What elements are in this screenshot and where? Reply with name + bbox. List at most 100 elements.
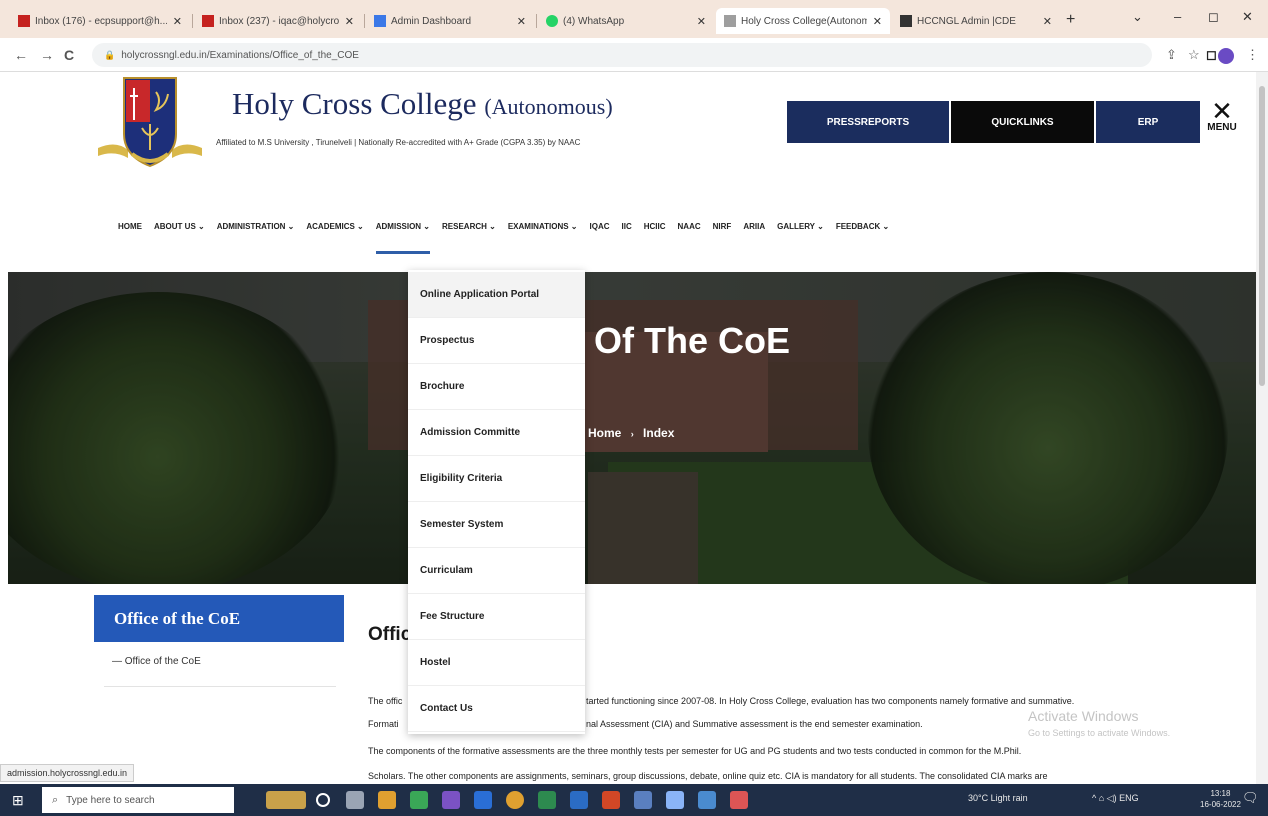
close-icon[interactable]: ✕	[517, 15, 526, 28]
system-tray[interactable]: ^ ⌂ ◁) ENG	[1092, 793, 1139, 804]
content-heading: Offic	[368, 624, 412, 645]
close-window-button[interactable]: ✕	[1242, 9, 1253, 25]
visual-studio-icon[interactable]	[442, 791, 460, 809]
excel-icon[interactable]	[410, 791, 428, 809]
nav-item-iic[interactable]: IIC	[622, 222, 632, 254]
close-icon[interactable]: ✕	[697, 15, 706, 28]
hero-banner: Of The CoE Home › Index	[8, 272, 1256, 584]
erp-button[interactable]: ERP	[1096, 101, 1200, 143]
news-widget-icon[interactable]	[266, 791, 306, 809]
nav-item-about-us[interactable]: ABOUT US ⌄	[154, 222, 205, 254]
content-paragraph: Formati	[368, 719, 399, 729]
new-tab-button[interactable]: +	[1066, 11, 1075, 29]
excel-icon[interactable]	[538, 791, 556, 809]
menu-label: MENU	[1207, 122, 1237, 133]
close-icon[interactable]: ✕	[873, 15, 882, 28]
task-view-icon[interactable]	[346, 791, 364, 809]
minimize-button[interactable]: –	[1174, 9, 1181, 24]
search-placeholder: Type here to search	[66, 794, 155, 806]
nav-item-research[interactable]: RESEARCH ⌄	[442, 222, 496, 254]
address-bar: ← → C 🔒 holycrossngl.edu.in/Examinations…	[0, 38, 1268, 72]
nav-item-naac[interactable]: NAAC	[678, 222, 701, 254]
close-icon[interactable]: ✕	[173, 15, 182, 28]
tab-search-icon[interactable]: ⌄	[1132, 9, 1143, 25]
windows-start-icon[interactable]: ⊞	[12, 792, 24, 809]
page-icon	[374, 15, 386, 27]
nav-item-hciic[interactable]: HCIIC	[644, 222, 666, 254]
nav-item-examinations[interactable]: EXAMINATIONS ⌄	[508, 222, 578, 254]
nav-item-administration[interactable]: ADMINISTRATION ⌄	[217, 222, 295, 254]
breadcrumb: Home › Index	[588, 426, 674, 440]
browser-tab[interactable]: (4) WhatsApp ✕	[538, 8, 714, 34]
tab-title: Admin Dashboard	[391, 15, 472, 27]
reload-button[interactable]: C	[64, 47, 74, 63]
site-header: Holy Cross College (Autonomous) Affiliat…	[0, 72, 1256, 272]
whatsapp-icon	[546, 15, 558, 27]
app-icon[interactable]	[666, 791, 684, 809]
close-icon[interactable]: ✕	[1043, 15, 1052, 28]
menu-item-curriculam[interactable]: Curriculam	[408, 548, 585, 594]
browser-tab[interactable]: Inbox (176) - ecpsupport@h... ✕	[10, 8, 190, 34]
browser-tab[interactable]: Admin Dashboard ✕	[366, 8, 534, 34]
gmail-icon	[202, 15, 214, 27]
browser-tab[interactable]: HCCNGL Admin |CDE ✕	[892, 8, 1060, 34]
file-explorer-icon[interactable]	[378, 791, 396, 809]
quicklinks-button[interactable]: QUICKLINKS	[951, 101, 1094, 143]
nav-item-gallery[interactable]: GALLERY ⌄	[777, 222, 824, 254]
taskbar-search-input[interactable]: ⌕ Type here to search	[42, 787, 234, 813]
nav-item-nirf[interactable]: NIRF	[713, 222, 732, 254]
browser-menu-icon[interactable]: ⋮	[1246, 47, 1259, 63]
share-icon[interactable]: ⇪	[1166, 47, 1177, 63]
word-icon[interactable]	[570, 791, 588, 809]
nav-item-academics[interactable]: ACADEMICS ⌄	[306, 222, 363, 254]
pressreports-button[interactable]: PRESSREPORTS	[787, 101, 949, 143]
sidebar-heading: Office of the CoE	[94, 595, 344, 642]
menu-item-contact-us[interactable]: Contact Us	[408, 686, 585, 732]
chrome-icon[interactable]	[506, 791, 524, 809]
breadcrumb-home[interactable]: Home	[588, 426, 621, 440]
nav-item-feedback[interactable]: FEEDBACK ⌄	[836, 222, 889, 254]
profile-avatar[interactable]	[1218, 48, 1234, 64]
browser-tab-active[interactable]: Holy Cross College(Autonom... ✕	[716, 8, 890, 34]
menu-item-admission-committe[interactable]: Admission Committe	[408, 410, 585, 456]
app-icon[interactable]	[698, 791, 716, 809]
nav-item-home[interactable]: HOME	[118, 222, 142, 254]
menu-item-semester-system[interactable]: Semester System	[408, 502, 585, 548]
maximize-button[interactable]: ◻	[1208, 9, 1219, 25]
skype-icon[interactable]	[474, 791, 492, 809]
scrollbar-thumb[interactable]	[1259, 86, 1265, 386]
menu-item-hostel[interactable]: Hostel	[408, 640, 585, 686]
sidebar-item-office-of-the-coe[interactable]: — Office of the CoE	[112, 656, 201, 667]
menu-item-fee-structure[interactable]: Fee Structure	[408, 594, 585, 640]
cortana-icon[interactable]	[316, 793, 330, 807]
menu-item-eligibility-criteria[interactable]: Eligibility Criteria	[408, 456, 585, 502]
site-title[interactable]: Holy Cross College (Autonomous)	[232, 86, 613, 122]
page-scrollbar[interactable]	[1256, 72, 1268, 784]
browser-tab-bar: Inbox (176) - ecpsupport@h... ✕ Inbox (2…	[0, 0, 1268, 38]
app-icon[interactable]	[634, 791, 652, 809]
nav-item-ariia[interactable]: ARIIA	[743, 222, 765, 254]
browser-tab[interactable]: Inbox (237) - iqac@holycross... ✕	[194, 8, 362, 34]
main-nav: HOME ABOUT US ⌄ ADMINISTRATION ⌄ ACADEMI…	[118, 222, 889, 254]
nav-item-admission[interactable]: ADMISSION ⌄	[375, 222, 431, 254]
breadcrumb-current: Index	[643, 426, 675, 440]
close-icon[interactable]: ✕	[345, 15, 354, 28]
notification-icon[interactable]: 🗨	[1242, 790, 1259, 806]
taskbar-clock[interactable]: 13:18 16-06-2022	[1200, 788, 1241, 810]
menu-button[interactable]: ✕ MENU	[1204, 98, 1240, 133]
nav-item-iqac[interactable]: IQAC	[590, 222, 610, 254]
app-icon[interactable]	[730, 791, 748, 809]
college-logo[interactable]	[96, 76, 204, 172]
menu-item-online-application-portal[interactable]: Online Application Portal	[408, 272, 585, 318]
back-button[interactable]: ←	[14, 47, 28, 63]
forward-button[interactable]: →	[40, 47, 54, 63]
search-icon: ⌕	[52, 793, 59, 806]
sidebar-icon[interactable]: ◻	[1206, 47, 1217, 63]
weather-widget[interactable]: 30°C Light rain	[968, 793, 1028, 803]
powerpoint-icon[interactable]	[602, 791, 620, 809]
menu-item-prospectus[interactable]: Prospectus	[408, 318, 585, 364]
url-text: holycrossngl.edu.in/Examinations/Office_…	[121, 49, 359, 61]
bookmark-star-icon[interactable]: ☆	[1188, 47, 1200, 63]
url-field[interactable]: 🔒 holycrossngl.edu.in/Examinations/Offic…	[92, 43, 1152, 67]
menu-item-brochure[interactable]: Brochure	[408, 364, 585, 410]
